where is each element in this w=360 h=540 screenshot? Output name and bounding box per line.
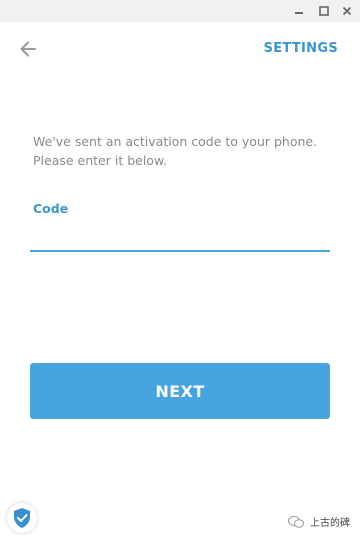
login-window: SETTINGS We've sent an activation code t… bbox=[0, 0, 360, 540]
activation-info-text: We've sent an activation code to your ph… bbox=[33, 132, 323, 170]
arrow-left-icon bbox=[20, 41, 36, 57]
code-field-label: Code bbox=[33, 201, 69, 216]
back-button[interactable] bbox=[16, 37, 40, 61]
code-input[interactable] bbox=[30, 226, 330, 252]
title-bar[interactable] bbox=[0, 0, 360, 22]
next-button[interactable]: NEXT bbox=[30, 363, 330, 419]
minimize-icon bbox=[295, 12, 303, 14]
close-button[interactable] bbox=[339, 3, 355, 19]
maximize-icon bbox=[319, 6, 329, 16]
watermark: 上古的碑 bbox=[288, 514, 350, 529]
close-icon bbox=[342, 6, 352, 16]
wechat-icon bbox=[288, 515, 304, 528]
info-line-1: We've sent an activation code to your ph… bbox=[33, 134, 318, 149]
shield-check-icon bbox=[14, 508, 30, 528]
security-badge[interactable] bbox=[7, 503, 37, 533]
watermark-text: 上古的碑 bbox=[310, 518, 350, 529]
maximize-button[interactable] bbox=[316, 3, 332, 19]
minimize-button[interactable] bbox=[291, 3, 307, 19]
info-line-2: Please enter it below. bbox=[33, 153, 167, 168]
settings-link[interactable]: SETTINGS bbox=[264, 41, 338, 56]
